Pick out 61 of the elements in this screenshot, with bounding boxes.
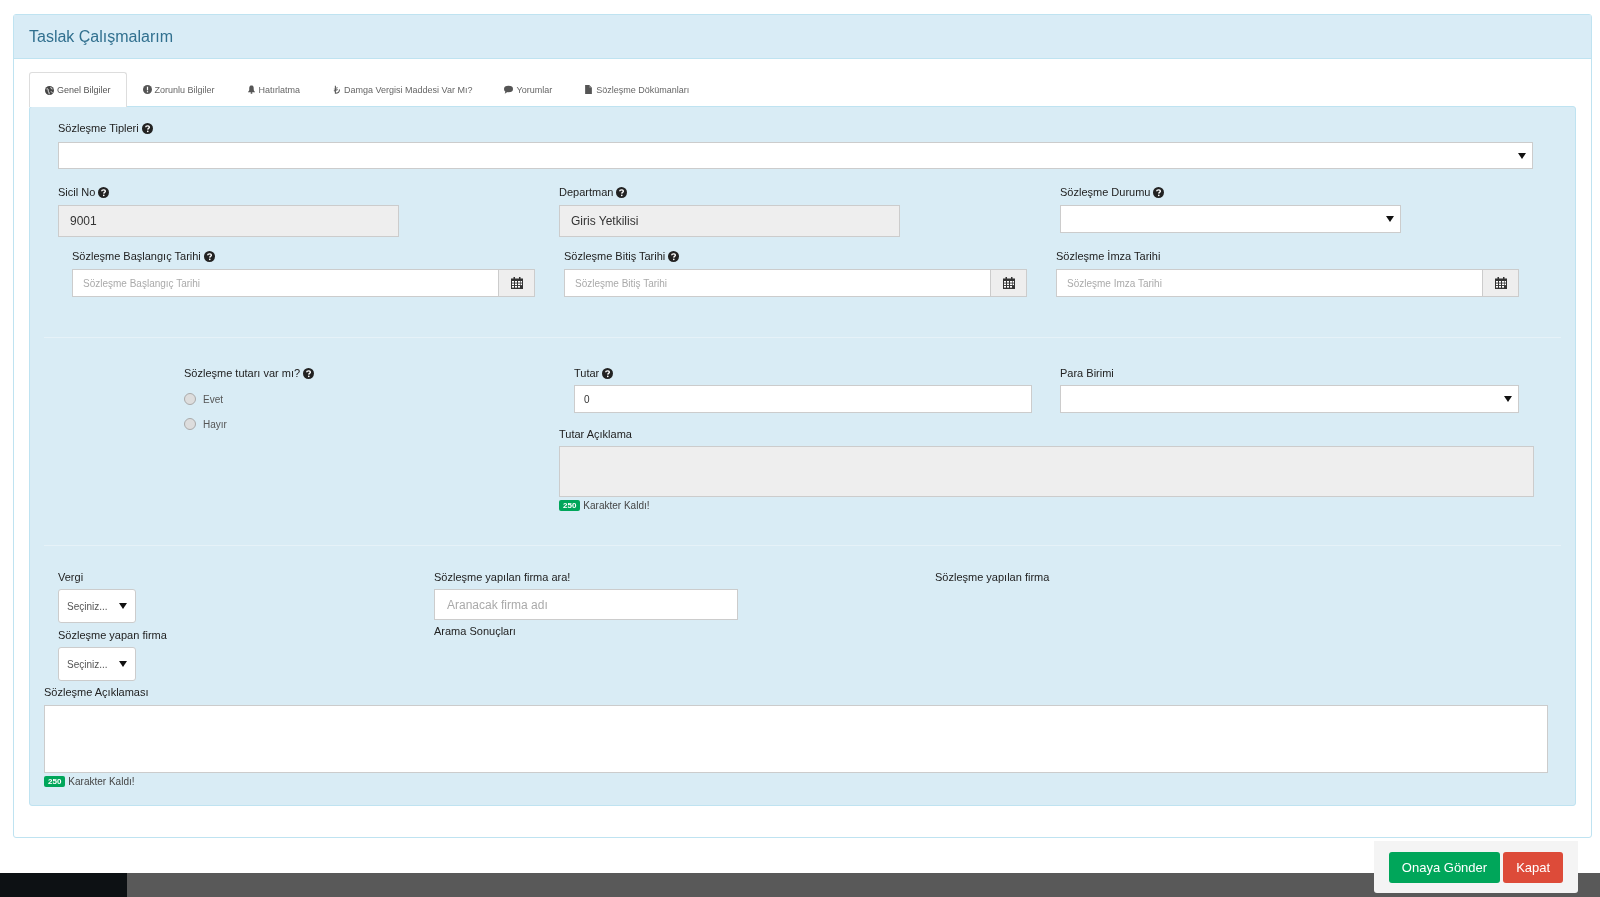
date-field[interactable]: Sözleşme Başlangıç Tarihi [72, 269, 499, 297]
dropdown-button[interactable]: Seçiniz... [58, 589, 136, 623]
field-label: Sözleşme İmza Tarihi [1056, 250, 1161, 262]
bell-icon [246, 85, 256, 94]
radio-button[interactable] [184, 393, 196, 405]
amount-field[interactable]: 0 [574, 385, 1032, 413]
field-label: Tutar [574, 367, 600, 379]
panel-title: Taslak Çalışmalarım [29, 27, 174, 46]
field-label: Sözleşme Başlangıç Tarihi [72, 250, 201, 262]
caret-icon [1518, 152, 1526, 159]
counter-text: Karakter Kaldı! [583, 500, 650, 511]
field-label: Sözleşme yapılan firma [935, 571, 1050, 583]
caret-icon [1504, 396, 1512, 402]
tab[interactable]: Genel Bilgiler [29, 72, 127, 107]
select-field[interactable] [58, 142, 1533, 169]
field-label: Sözleşme yapan firma [58, 629, 167, 641]
field-label: Sözleşme Bitiş Tarihi [564, 250, 666, 262]
calendar-icon [1494, 277, 1507, 289]
radio-label: Hayır [203, 418, 227, 430]
close-button[interactable]: Kapat [1503, 851, 1564, 883]
globe-icon [45, 85, 54, 95]
select-field[interactable] [1060, 385, 1519, 413]
radio-label: Evet [203, 393, 223, 405]
field-label: Para Birimi [1060, 367, 1114, 379]
alert-icon [142, 85, 152, 94]
date-field[interactable]: Sözleşme Bitiş Tarihi [564, 269, 991, 297]
counter-badge: 250 [44, 776, 66, 787]
select-field[interactable] [1060, 205, 1401, 233]
field-label: Sözleşme yapılan firma ara! [434, 571, 571, 583]
calendar-icon [510, 277, 523, 289]
date-field[interactable]: Sözleşme İmza Tarihi [1056, 269, 1483, 297]
field-label: Sicil No [58, 186, 96, 198]
field-label: Tutar Açıklama [559, 428, 632, 440]
tab[interactable]: Yorumlar [488, 72, 569, 106]
field-label: Sözleşme Tipleri [58, 122, 139, 134]
counter-text: Karakter Kaldı! [68, 776, 135, 787]
calendar-button[interactable] [1483, 269, 1519, 297]
calendar-button[interactable] [991, 269, 1027, 297]
tab[interactable]: Damga Vergisi Maddesi Var Mı? [316, 72, 489, 106]
field-label: Sözleşme Açıklaması [44, 686, 149, 698]
tab[interactable]: Zorunlu Bilgiler [126, 72, 231, 106]
caret-icon [119, 661, 127, 667]
text-area[interactable] [44, 705, 1548, 773]
field-label: Sözleşme Durumu [1060, 186, 1151, 198]
field-label: Departman [559, 186, 614, 198]
calendar-button[interactable] [499, 269, 535, 297]
caret-icon [119, 603, 127, 609]
results-label: Arama Sonuçları [434, 625, 517, 637]
radio-button[interactable] [184, 418, 196, 430]
calendar-icon [1002, 277, 1015, 289]
file-icon [584, 85, 594, 94]
search-field[interactable]: Aranacak firma adı [434, 589, 738, 620]
comment-icon [504, 85, 514, 94]
tab[interactable]: Sözleşme Dökümanları [568, 72, 706, 106]
field-label: Sözleşme tutarı var mı? [184, 367, 301, 379]
field-label: Vergi [58, 571, 84, 583]
tab[interactable]: Hatırlatma [230, 72, 317, 106]
lira-icon [332, 85, 342, 94]
counter-badge: 250 [559, 500, 581, 511]
dropdown-button[interactable]: Seçiniz... [58, 647, 136, 681]
caret-icon [1386, 216, 1394, 222]
